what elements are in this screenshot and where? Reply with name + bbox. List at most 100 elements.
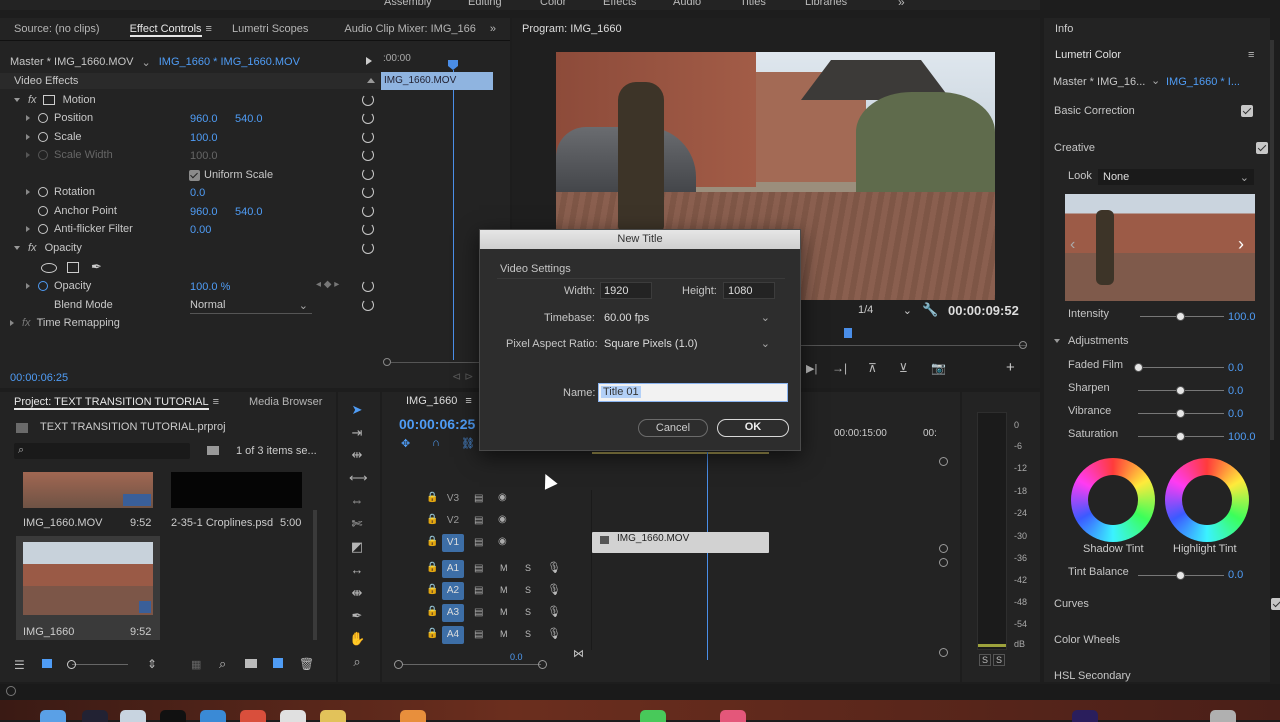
vibrance-slider[interactable]	[1138, 409, 1224, 418]
sharpen-slider[interactable]	[1138, 386, 1224, 395]
lift-icon[interactable]: ⊼	[868, 361, 877, 375]
sync-lock-icon[interactable]: ▤	[474, 537, 483, 548]
safari-icon[interactable]	[120, 710, 146, 722]
tab-source[interactable]: Source: (no clips)	[4, 23, 110, 35]
v-scroll-handle[interactable]	[939, 558, 948, 567]
saturation-slider[interactable]	[1138, 432, 1224, 441]
ec-timecode[interactable]: 00:00:06:25	[10, 372, 68, 384]
v-scroll-handle[interactable]	[939, 544, 948, 553]
program-timecode[interactable]: 00:00:09:52	[948, 303, 1019, 318]
reset-icon[interactable]	[362, 186, 374, 198]
track-select-tool-icon[interactable]: ⇥	[349, 426, 365, 440]
chevron-down-icon[interactable]: ⌄	[1151, 74, 1160, 87]
reset-icon[interactable]	[362, 223, 374, 235]
lumetri-menu-icon[interactable]: ≡	[1248, 49, 1254, 61]
zoom-tool-icon[interactable]: ⌕	[349, 655, 365, 669]
reset-icon[interactable]	[362, 94, 374, 106]
tint-balance-slider[interactable]	[1138, 571, 1224, 580]
blend-mode-select[interactable]: Normal ⌄	[190, 297, 312, 314]
rectangle-mask-icon[interactable]	[67, 262, 79, 273]
lumetri-tab[interactable]: Lumetri Color	[1055, 49, 1121, 61]
lock-icon[interactable]: 🔒	[426, 514, 438, 525]
reset-icon[interactable]	[362, 299, 374, 311]
workspace-tab-effects[interactable]: Effects	[603, 0, 636, 8]
lock-icon[interactable]: 🔒	[426, 584, 438, 595]
play-icon[interactable]: ▶|	[806, 362, 817, 375]
clip-label[interactable]: IMG_1660 * IMG_1660.MOV	[159, 56, 300, 68]
time-remapping-row[interactable]: fx Time Remapping	[10, 314, 120, 332]
photos-icon[interactable]	[400, 710, 426, 722]
timeline-timecode[interactable]: 00:00:06:25	[399, 416, 481, 432]
workspace-tab-color[interactable]: Color	[540, 0, 566, 8]
basic-correction-checkbox[interactable]	[1241, 105, 1253, 117]
mute-button[interactable]: M	[500, 563, 508, 573]
reset-icon[interactable]	[362, 112, 374, 124]
reset-icon[interactable]	[362, 205, 374, 217]
rotation-value[interactable]: 0.0	[190, 187, 205, 199]
workspace-more-icon[interactable]: »	[898, 0, 905, 9]
lock-icon[interactable]: 🔒	[426, 606, 438, 617]
sync-lock-icon[interactable]: ▤	[474, 563, 483, 574]
basic-correction-header[interactable]: Basic Correction	[1054, 105, 1135, 117]
project-item-seq-thumb[interactable]	[23, 542, 153, 615]
intensity-slider[interactable]	[1140, 312, 1224, 321]
stopwatch-icon[interactable]	[38, 132, 48, 142]
next-look-icon[interactable]: ›	[1238, 234, 1244, 255]
faded-film-slider[interactable]	[1134, 363, 1224, 372]
lock-icon[interactable]: 🔒	[426, 492, 438, 503]
automate-icon[interactable]: ▦	[191, 658, 201, 671]
calendar-icon[interactable]	[280, 710, 306, 722]
premiere-icon[interactable]	[1072, 710, 1098, 722]
reset-icon[interactable]	[362, 280, 374, 292]
position-y-value[interactable]: 540.0	[235, 113, 263, 125]
reset-icon[interactable]	[362, 131, 374, 143]
info-tab[interactable]: Info	[1055, 23, 1073, 35]
ec-footer-icons[interactable]: ⊲ ⊳	[452, 370, 474, 383]
camera-icon[interactable]: 📷	[931, 361, 946, 375]
reset-icon[interactable]	[362, 242, 374, 254]
solo-button[interactable]: S	[525, 629, 531, 639]
adjustments-header[interactable]: Adjustments	[1054, 335, 1129, 347]
solo-button[interactable]: S	[525, 563, 531, 573]
master-clip-label[interactable]: Master * IMG_1660.MOV	[10, 56, 134, 68]
opacity-group-row[interactable]: fx Opacity	[14, 239, 82, 257]
look-preview[interactable]	[1065, 194, 1255, 301]
tab-audio-clip-mixer[interactable]: Audio Clip Mixer: IMG_166	[334, 23, 485, 35]
name-input[interactable]: Title 01	[598, 383, 788, 402]
reset-icon[interactable]	[362, 168, 374, 180]
razor-blade-icon[interactable]: ◩	[349, 540, 365, 554]
tab-effect-controls[interactable]: Effect Controls ≡	[120, 23, 222, 37]
timeline-zoom-handle-end[interactable]	[538, 660, 547, 669]
hand-tool-icon[interactable]: ✋	[349, 632, 365, 646]
ok-button[interactable]: OK	[717, 419, 789, 437]
timebase-select[interactable]: 60.00 fps ⌄	[600, 309, 774, 326]
launchpad-icon[interactable]	[82, 710, 108, 722]
look-select[interactable]: None ⌄	[1098, 169, 1254, 185]
new-bin-icon[interactable]	[207, 446, 219, 455]
program-scrub-end[interactable]	[1019, 341, 1027, 349]
terminal-icon[interactable]	[160, 710, 186, 722]
selection-tool-icon[interactable]: ➤	[349, 403, 365, 417]
lumetri-clip-label[interactable]: IMG_1660 * I...	[1166, 76, 1240, 88]
position-x-value[interactable]: 960.0	[190, 113, 218, 125]
sync-lock-icon[interactable]: ▤	[474, 607, 483, 618]
eye-icon[interactable]: ◉	[498, 492, 507, 503]
tab-media-browser[interactable]: Media Browser	[239, 396, 332, 408]
motion-row[interactable]: fx Motion	[14, 91, 96, 109]
tab-lumetri-scopes[interactable]: Lumetri Scopes	[222, 23, 318, 35]
stopwatch-icon[interactable]	[38, 281, 48, 291]
anchor-y-value[interactable]: 540.0	[235, 206, 263, 218]
timeline-zoom-bar[interactable]	[403, 664, 541, 665]
workspace-tab-editing[interactable]: Editing	[468, 0, 502, 8]
sort-icon[interactable]: ⇕	[147, 657, 157, 671]
play-only-icon[interactable]	[366, 57, 372, 65]
nest-toggle-icon[interactable]: ✥	[401, 437, 410, 450]
app-store-icon[interactable]	[200, 710, 226, 722]
mic-icon[interactable]: 🎙	[547, 605, 561, 618]
notes-icon[interactable]	[320, 710, 346, 722]
new-item-icon[interactable]	[273, 658, 283, 668]
project-item-name[interactable]: IMG_1660.MOV	[23, 517, 102, 529]
track-label-v1[interactable]: V1	[442, 534, 464, 552]
tab-project[interactable]: Project: TEXT TRANSITION TUTORIAL ≡	[4, 396, 229, 410]
stopwatch-icon[interactable]	[38, 113, 48, 123]
